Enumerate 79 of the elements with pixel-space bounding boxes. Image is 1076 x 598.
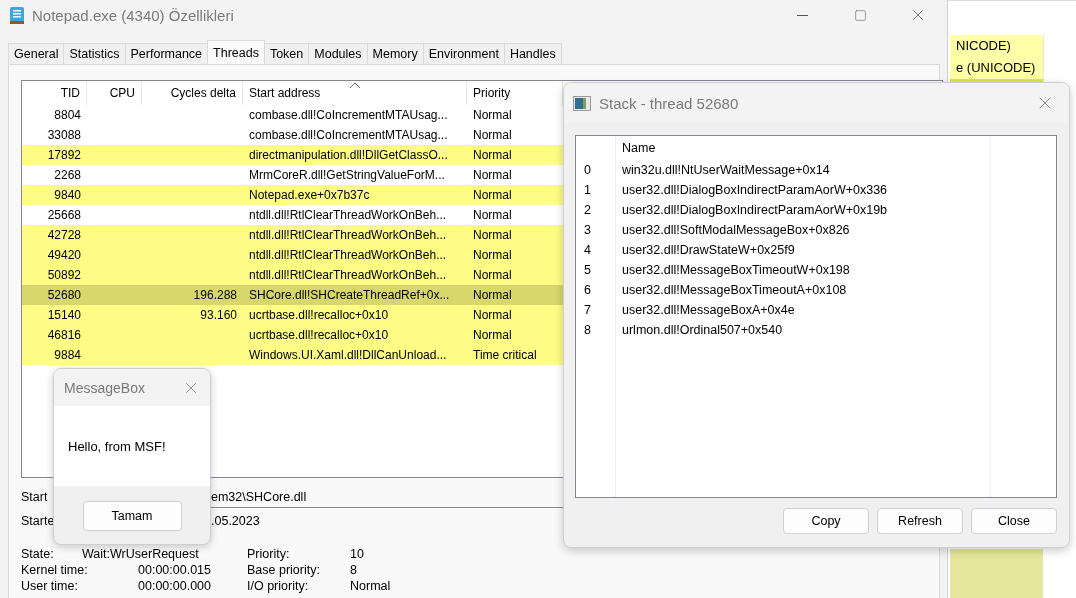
frame-name: win32u.dll!NtUserWaitMessage+0x14 xyxy=(621,162,831,179)
field-label: Kernel time: xyxy=(21,562,89,578)
table-cell-text: Normal xyxy=(472,188,513,202)
table-cell-text: 50892 xyxy=(46,268,82,282)
field-label: I/O priority: xyxy=(247,578,310,594)
frame-index: 6 xyxy=(583,282,592,299)
field-label: User time: xyxy=(21,578,79,594)
field-value: 00:00:00.015 xyxy=(138,562,212,578)
table-cell-text: SHCore.dll!SHCreateThreadRef+0x... xyxy=(248,288,451,302)
frame-name: user32.dll!MessageBoxTimeoutA+0x108 xyxy=(621,282,848,299)
table-cell-text: 33088 xyxy=(46,128,82,142)
frame-name: user32.dll!DrawStateW+0x25f9 xyxy=(621,242,796,259)
table-cell-text: 8804 xyxy=(53,108,82,122)
table-cell-text: combase.dll!CoIncrementMTAUsag... xyxy=(248,128,449,142)
frame-index: 5 xyxy=(583,262,592,279)
frame-name: user32.dll!MessageBoxTimeoutW+0x198 xyxy=(621,262,851,279)
table-cell-text: 25668 xyxy=(46,208,82,222)
table-cell-text: ntdll.dll!RtlClearThreadWorkOnBeh... xyxy=(248,268,448,282)
field-label: State: xyxy=(21,546,55,562)
frame-index: 4 xyxy=(583,242,592,259)
table-cell-text: Normal xyxy=(472,128,513,142)
table-cell-text: ucrtbase.dll!recalloc+0x10 xyxy=(248,308,390,322)
table-cell-text: Time critical xyxy=(472,348,538,362)
table-cell-text: 9884 xyxy=(53,348,82,362)
frame-name: urlmon.dll!Ordinal507+0x540 xyxy=(621,322,784,339)
frame-index: 3 xyxy=(583,222,592,239)
table-cell-text: Normal xyxy=(472,108,513,122)
table-cell-text: 49420 xyxy=(46,248,82,262)
field-value: Wait:WrUserRequest xyxy=(82,546,200,562)
field-value: 10 xyxy=(350,546,365,562)
table-cell-text: 46816 xyxy=(46,328,82,342)
table-cell-text: ntdll.dll!RtlClearThreadWorkOnBeh... xyxy=(248,208,448,222)
table-cell-text: MrmCoreR.dll!GetStringValueForM... xyxy=(248,168,446,182)
frame-name: user32.dll!MessageBoxA+0x4e xyxy=(621,302,796,319)
table-cell-text: Normal xyxy=(472,328,513,342)
list-row-text: NICODE) xyxy=(950,35,1043,57)
field-value: 00:00:00.000 xyxy=(138,578,212,594)
table-cell-text: Notepad.exe+0x7b37c xyxy=(248,188,371,202)
table-cell-text: Normal xyxy=(472,288,513,302)
table-cell-text: Normal xyxy=(472,168,513,182)
table-cell-text: Normal xyxy=(472,208,513,222)
field-label: Priority: xyxy=(247,546,291,562)
table-cell-text: ucrtbase.dll!recalloc+0x10 xyxy=(248,328,390,342)
table-cell-text: 15140 xyxy=(46,308,82,322)
table-cell-text: Normal xyxy=(472,308,513,322)
table-cell-text: Normal xyxy=(472,268,513,282)
message-text: Hello, from MSF! xyxy=(68,438,166,454)
table-cell-text: Windows.UI.Xaml.dll!DllCanUnload... xyxy=(248,348,448,362)
window-title: Notepad.exe (4340) Özellikleri xyxy=(32,6,234,24)
table-cell-text: combase.dll!CoIncrementMTAUsag... xyxy=(248,108,449,122)
table-cell-text: 17892 xyxy=(46,148,82,162)
frame-index: 7 xyxy=(583,302,592,319)
table-cell-text: directmanipulation.dll!DllGetClassO... xyxy=(248,148,449,162)
field-value: 8 xyxy=(350,562,358,578)
table-cell-text: Normal xyxy=(472,228,513,242)
frame-index: 2 xyxy=(583,202,592,219)
table-cell-text: 42728 xyxy=(46,228,82,242)
table-cell-text: Normal xyxy=(472,148,513,162)
frame-name: user32.dll!DialogBoxIndirectParamAorW+0x19b xyxy=(621,202,889,219)
field-value: Normal xyxy=(350,578,392,594)
table-cell-text: 52680 xyxy=(46,288,82,302)
frame-index: 1 xyxy=(583,182,592,199)
frame-index: 8 xyxy=(583,322,592,339)
dialog-title: MessageBox xyxy=(64,379,145,396)
table-cell-text: ntdll.dll!RtlClearThreadWorkOnBeh... xyxy=(248,228,448,242)
field-value: .05.2023 xyxy=(211,514,260,528)
field-label: Base priority: xyxy=(247,562,321,578)
frame-index: 0 xyxy=(583,162,592,179)
list-row-text: e (UNICODE) xyxy=(950,57,1043,79)
table-cell-text: 93.160 xyxy=(199,308,238,322)
field-label: Start xyxy=(21,490,48,504)
frame-name: user32.dll!SoftModalMessageBox+0x826 xyxy=(621,222,851,239)
frame-name: user32.dll!DialogBoxIndirectParamAorW+0x336 xyxy=(621,182,889,199)
table-cell-text: ntdll.dll!RtlClearThreadWorkOnBeh... xyxy=(248,248,448,262)
table-cell-text: 2268 xyxy=(53,168,82,182)
table-cell-text: 196.288 xyxy=(192,288,238,302)
table-cell-text: Normal xyxy=(472,248,513,262)
table-cell-text: 9840 xyxy=(53,188,82,202)
field-label: Starte xyxy=(21,514,55,528)
